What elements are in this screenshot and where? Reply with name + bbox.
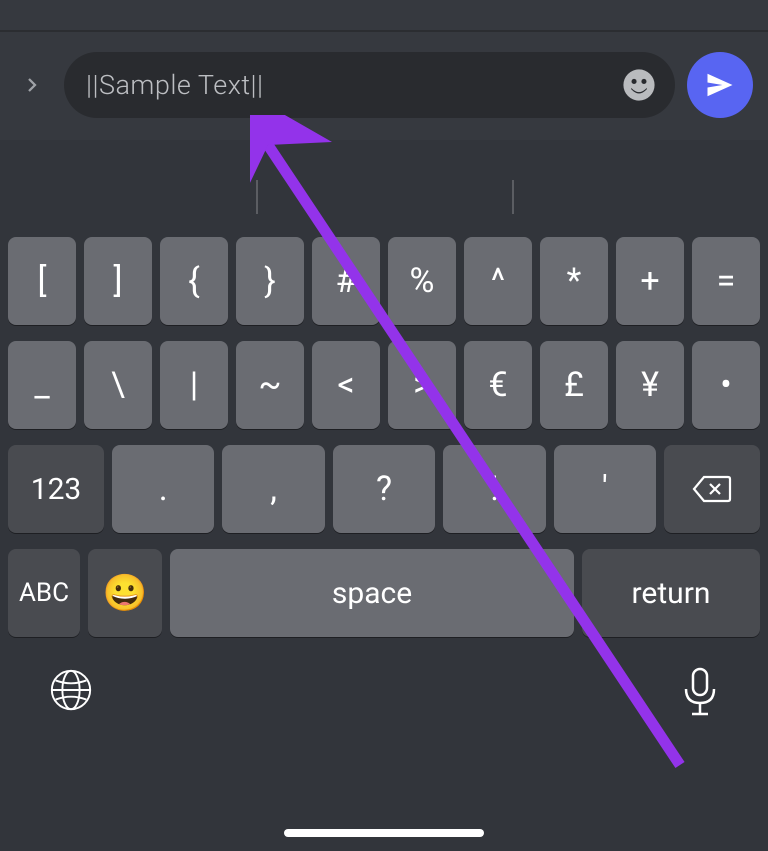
- key-backslash[interactable]: \: [84, 341, 152, 429]
- key-space[interactable]: space: [170, 549, 574, 637]
- message-input[interactable]: ||Sample Text||: [64, 52, 675, 118]
- key-greater-than[interactable]: >: [388, 341, 456, 429]
- key-period[interactable]: .: [112, 445, 214, 533]
- key-tilde[interactable]: ~: [236, 341, 304, 429]
- key-underscore[interactable]: _: [8, 341, 76, 429]
- key-exclaim[interactable]: !: [443, 445, 545, 533]
- key-pipe[interactable]: |: [160, 341, 228, 429]
- message-text: ||Sample Text||: [86, 69, 619, 101]
- key-bullet[interactable]: •: [692, 341, 760, 429]
- microphone-icon: [680, 667, 720, 717]
- dictation-button[interactable]: [680, 667, 720, 721]
- key-yen[interactable]: ¥: [616, 341, 684, 429]
- emoji-picker-button[interactable]: [619, 65, 659, 105]
- expand-button[interactable]: [12, 65, 52, 105]
- home-indicator[interactable]: [284, 829, 484, 837]
- keyboard-bottom-bar: [0, 645, 768, 731]
- key-backspace[interactable]: [664, 445, 760, 533]
- key-caret[interactable]: ^: [464, 237, 532, 325]
- keyboard-row-3: 123 . , ? ! ': [8, 445, 760, 533]
- suggestion-divider: [256, 180, 258, 214]
- key-question[interactable]: ?: [333, 445, 435, 533]
- keyboard-suggestion-bar: [0, 140, 768, 237]
- send-button[interactable]: [687, 52, 753, 118]
- keyboard-row-4: ABC 😀 space return: [8, 549, 760, 637]
- key-comma[interactable]: ,: [222, 445, 324, 533]
- key-return[interactable]: return: [582, 549, 760, 637]
- key-brace-close[interactable]: }: [236, 237, 304, 325]
- key-asterisk[interactable]: *: [540, 237, 608, 325]
- suggestion-divider: [512, 180, 514, 214]
- key-euro[interactable]: €: [464, 341, 532, 429]
- keyboard-row-2: _ \ | ~ < > € £ ¥ •: [8, 341, 760, 429]
- backspace-icon: [692, 474, 732, 504]
- key-bracket-close[interactable]: ]: [84, 237, 152, 325]
- emoji-smile-icon: [622, 68, 656, 102]
- app-header: [0, 0, 768, 30]
- key-percent[interactable]: %: [388, 237, 456, 325]
- send-icon: [705, 70, 735, 100]
- keyboard-row-1: [ ] { } # % ^ * + =: [8, 237, 760, 325]
- key-bracket-open[interactable]: [: [8, 237, 76, 325]
- globe-icon: [48, 667, 94, 713]
- key-pound[interactable]: £: [540, 341, 608, 429]
- chevron-right-icon: [23, 76, 41, 94]
- key-hash[interactable]: #: [312, 237, 380, 325]
- key-brace-open[interactable]: {: [160, 237, 228, 325]
- message-input-bar: ||Sample Text||: [0, 32, 768, 140]
- key-equals[interactable]: =: [692, 237, 760, 325]
- keyboard: [ ] { } # % ^ * + = _ \ | ~ < > € £ ¥ • …: [0, 237, 768, 645]
- key-numeric-switch[interactable]: 123: [8, 445, 104, 533]
- key-plus[interactable]: +: [616, 237, 684, 325]
- key-less-than[interactable]: <: [312, 341, 380, 429]
- key-abc-switch[interactable]: ABC: [8, 549, 80, 637]
- key-apostrophe[interactable]: ': [554, 445, 656, 533]
- key-emoji[interactable]: 😀: [88, 549, 162, 637]
- language-switch-button[interactable]: [48, 667, 94, 721]
